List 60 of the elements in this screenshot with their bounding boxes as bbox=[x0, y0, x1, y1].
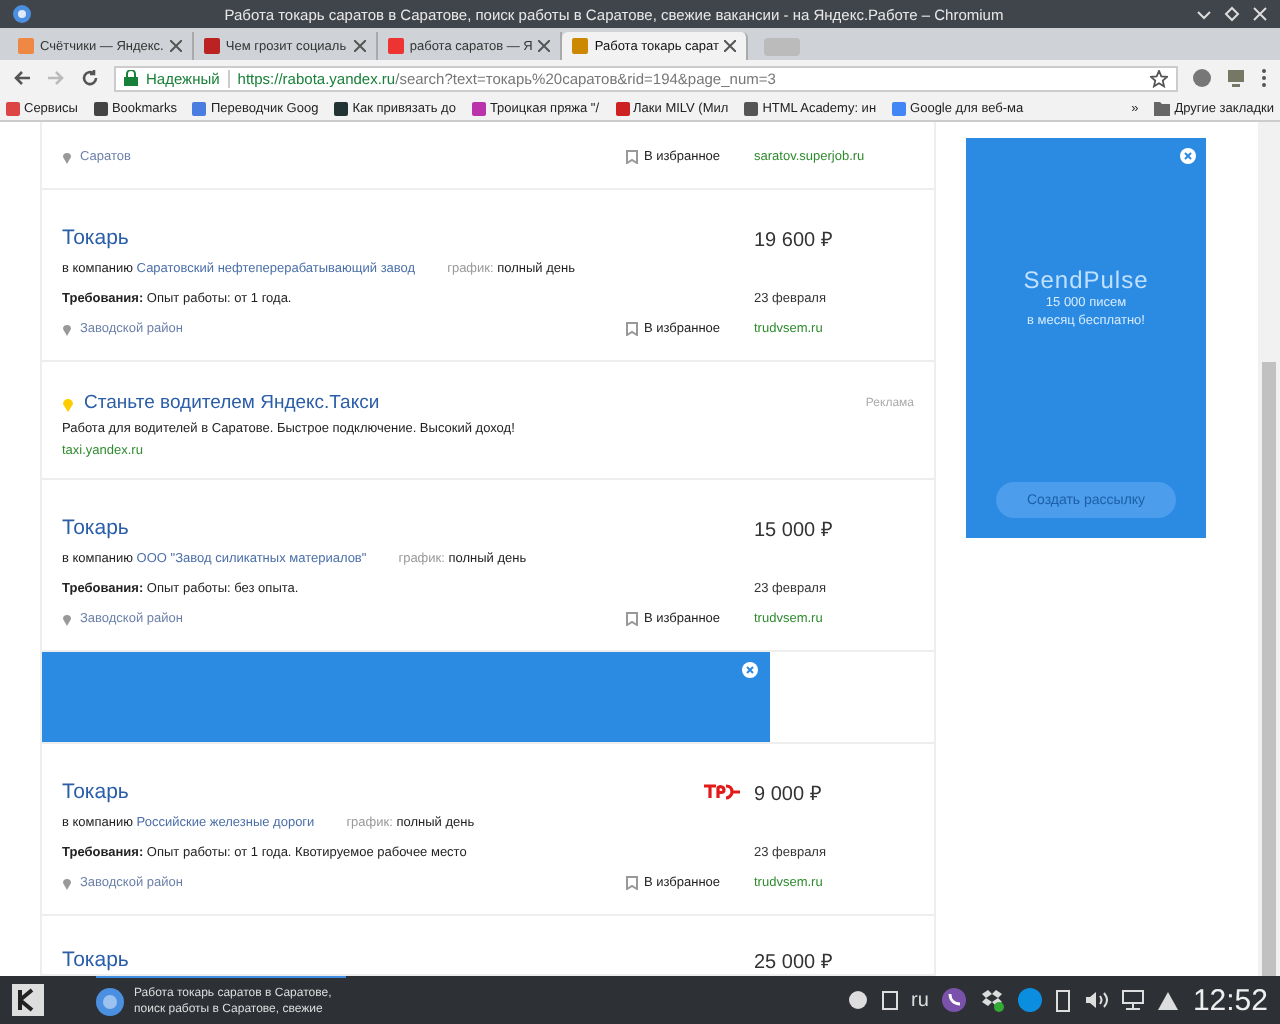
favicon-icon bbox=[387, 38, 404, 54]
bookmark-icon bbox=[626, 612, 638, 627]
close-icon[interactable] bbox=[169, 40, 182, 52]
favicon-icon bbox=[203, 38, 220, 54]
salary: 15 000 ₽ bbox=[754, 518, 835, 543]
pin-icon bbox=[62, 612, 72, 627]
minimize-icon[interactable] bbox=[1196, 6, 1212, 22]
phone-chat-icon[interactable] bbox=[942, 988, 967, 1012]
bookmark-icon bbox=[892, 101, 907, 115]
vacancy-title[interactable]: Токарь bbox=[62, 516, 626, 541]
salary: 19 600 ₽ bbox=[754, 228, 835, 253]
favicon-icon bbox=[572, 38, 589, 54]
clipboard-icon[interactable] bbox=[881, 990, 898, 1010]
bookmark-icon bbox=[626, 150, 638, 165]
close-icon[interactable] bbox=[1180, 148, 1196, 164]
back-icon[interactable] bbox=[12, 68, 32, 88]
bookmark-icon bbox=[6, 101, 20, 115]
clock: 12:52 bbox=[1192, 983, 1268, 1017]
vacancy-title[interactable]: Токарь bbox=[62, 780, 626, 805]
close-icon[interactable] bbox=[742, 662, 758, 679]
close-icon[interactable] bbox=[353, 40, 366, 52]
triangle-icon[interactable] bbox=[1158, 991, 1179, 1009]
lock-icon bbox=[124, 70, 138, 86]
maximize-icon[interactable] bbox=[1224, 6, 1240, 22]
bookmark-icon bbox=[192, 101, 207, 115]
favicon-icon bbox=[18, 38, 34, 54]
bookmark-icon bbox=[615, 101, 630, 115]
bookmark-icon bbox=[471, 101, 486, 115]
star-icon[interactable] bbox=[1150, 69, 1168, 87]
bookmark-icon bbox=[93, 101, 108, 115]
pin-icon bbox=[62, 876, 72, 891]
salary: 25 000 ₽ bbox=[754, 950, 835, 975]
pin-icon bbox=[62, 150, 72, 165]
folder-icon bbox=[1154, 101, 1171, 115]
reload-icon[interactable] bbox=[80, 68, 100, 88]
vacancy-title[interactable]: Токарь bbox=[62, 948, 626, 973]
keyboard-layout[interactable]: ru bbox=[911, 989, 929, 1011]
phone-icon[interactable] bbox=[1056, 989, 1071, 1011]
pin-icon bbox=[62, 322, 72, 337]
chat-icon[interactable] bbox=[847, 990, 868, 1010]
bookmark-icon bbox=[626, 322, 638, 337]
monitor-icon[interactable] bbox=[1226, 68, 1246, 88]
browser-icon bbox=[96, 987, 124, 1015]
bookmark-icon bbox=[626, 876, 638, 891]
ad-title[interactable]: Станьте водителем Яндекс.Такси bbox=[84, 392, 380, 415]
close-icon[interactable] bbox=[538, 40, 551, 52]
brand-logo-text: SendPulse bbox=[1023, 266, 1149, 294]
bookmark-icon bbox=[334, 101, 349, 115]
app-icon bbox=[12, 4, 32, 24]
menu-icon[interactable] bbox=[1260, 68, 1268, 88]
network-icon[interactable] bbox=[1122, 990, 1145, 1010]
bookmark-icon bbox=[744, 101, 759, 115]
volume-icon[interactable] bbox=[1084, 990, 1109, 1010]
vacancy-title[interactable]: Токарь bbox=[62, 226, 626, 251]
scrollbar-thumb[interactable] bbox=[1262, 362, 1276, 976]
pin-icon bbox=[62, 395, 74, 412]
start-menu-icon[interactable] bbox=[12, 984, 44, 1016]
salary: 9 000 ₽ bbox=[754, 782, 824, 807]
close-icon[interactable] bbox=[724, 40, 737, 52]
scrollbar[interactable] bbox=[1258, 122, 1280, 976]
